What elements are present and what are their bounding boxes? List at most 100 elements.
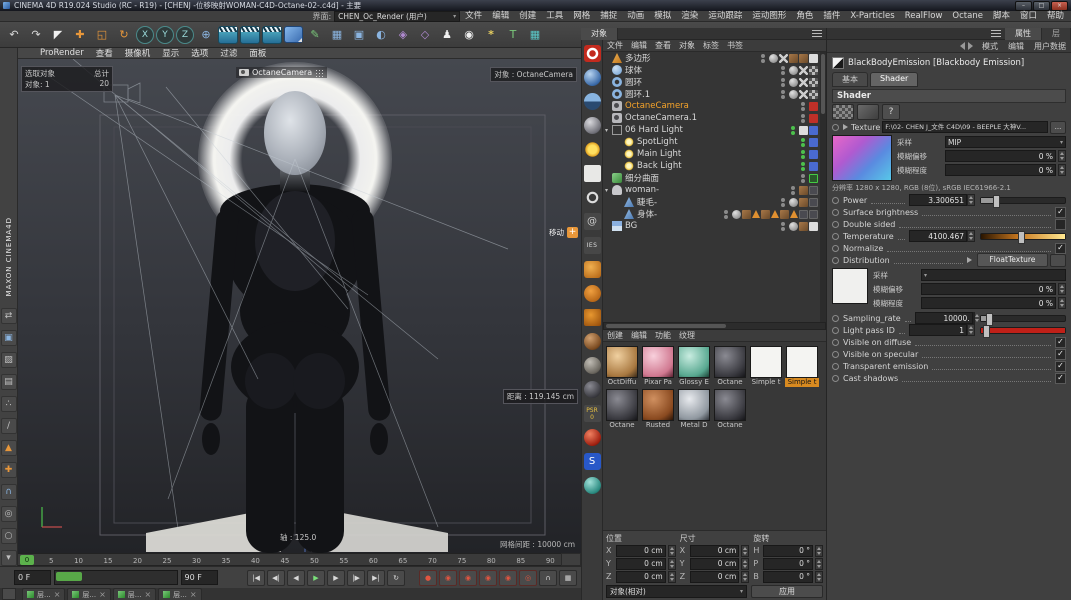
octane-texture-sphere-1[interactable] [583,333,601,350]
object-row[interactable]: 圆环 [603,76,820,88]
visibility-dots[interactable] [781,65,785,75]
viewport-menu-item[interactable]: 显示 [156,47,185,59]
menu-item[interactable]: 渲染 [676,11,703,22]
y-axis-lock[interactable]: Y [156,25,174,44]
octane-red-tag-icon[interactable] [809,113,818,123]
coord-field[interactable]: 0 ° [763,570,814,583]
tex-brown-tag-icon[interactable] [780,209,789,219]
white-tag-icon[interactable] [809,221,818,231]
warn-tag-icon[interactable] [752,210,760,218]
menu-item[interactable]: 编辑 [487,11,514,22]
checker-tag-icon[interactable] [809,65,818,75]
close-icon[interactable] [99,591,106,598]
dock-tab[interactable]: 层... [158,588,202,600]
range-handle[interactable] [56,572,83,581]
sampling-dropdown[interactable]: MIP [945,136,1066,148]
menu-item[interactable]: 帮助 [1042,11,1069,22]
stepper-icon[interactable] [967,324,975,336]
tag-strip[interactable] [788,89,818,99]
drag-handle-icon[interactable] [315,68,325,77]
blur-scale2-field[interactable]: 0 % [921,297,1056,309]
material-thumbnail[interactable] [678,389,710,421]
material-thumbnail[interactable] [750,346,782,378]
stepper-icon[interactable] [1058,150,1066,162]
tex-brown-tag-icon[interactable] [761,209,770,219]
material-menu-item[interactable]: 纹理 [675,330,699,341]
snap-icon[interactable]: ∩ [0,484,17,500]
keyframe-dot[interactable] [832,314,839,322]
dock-tab[interactable]: 层... [112,588,157,600]
array-icon[interactable]: ▣ [349,25,369,45]
visibility-dots[interactable] [781,197,785,207]
white-tag-icon[interactable] [809,53,818,63]
stepper-icon[interactable] [967,194,975,206]
interface-dropdown[interactable]: CHEN_Oc_Render (用户) [334,10,461,22]
material-item[interactable]: Simple t [749,346,783,387]
render-queue-icon[interactable] [262,25,282,44]
visibility-dots[interactable] [761,53,765,63]
material-item[interactable]: Rusted [641,389,675,430]
object-name[interactable]: 06 Hard Light [625,125,683,135]
menu-item[interactable]: 运动跟踪 [703,11,747,22]
tag-strip[interactable] [788,197,818,207]
object-name[interactable]: 球体 [625,64,642,76]
keyframe-dot[interactable] [832,326,839,334]
om-menu-item[interactable]: 标签 [699,40,723,51]
power-field[interactable]: 3.300651 [909,194,967,206]
panel-menu-icon[interactable] [812,29,822,38]
expand-icon[interactable]: ▾ [605,187,612,194]
viewport-menu-item[interactable]: 过滤 [214,47,243,59]
preview-range-slider[interactable] [54,570,178,585]
octane-ies-light-button[interactable]: IES [583,237,601,254]
octane-texture-sphere-2[interactable] [583,357,601,374]
render-settings-icon[interactable] [240,25,260,44]
stepper-icon[interactable] [741,544,750,557]
white-tag-icon[interactable] [799,125,808,135]
material-thumbnail[interactable] [642,346,674,378]
timeline-playhead[interactable]: 0 [20,555,34,565]
object-row[interactable]: 圆环.1 [603,88,820,100]
timeline-mode-icon[interactable] [2,588,16,600]
keyframe-dot[interactable] [832,374,839,382]
keyframe-dot[interactable] [832,256,839,264]
redo-icon[interactable]: ↷ [26,25,46,45]
menu-item[interactable]: 创建 [514,11,541,22]
octane-liveviewer-button[interactable] [583,45,601,62]
keyframe-dot[interactable] [832,350,839,358]
viewport-3d-canvas[interactable]: 选取对象 总计 对象: 1 20 OctaneCamera 对象 : OctaneC… [18,58,581,553]
prev-key-button[interactable]: ◀| [267,569,285,586]
help-button[interactable]: ? [882,104,900,120]
position-header[interactable]: 位置 [606,533,676,544]
keyframe-dot[interactable] [832,208,839,216]
phong-tag-icon[interactable] [732,209,741,219]
octane-fog-volume-button[interactable] [583,285,601,302]
apply-button[interactable]: 应用 [751,585,823,598]
menu-item[interactable]: 窗口 [1015,11,1042,22]
tex-brown-tag-icon[interactable] [742,209,751,219]
panel-menu-icon[interactable] [991,29,1001,38]
goto-end-button[interactable]: ▶| [367,569,385,586]
light-tool-icon[interactable]: * [481,25,501,45]
material-item[interactable]: Simple t [785,346,819,387]
window-titlebar[interactable]: CINEMA 4D R19.024 Studio (RC - R19) - [C… [0,0,1071,11]
menu-item[interactable]: Octane [947,11,988,22]
keyframe-dot[interactable] [832,244,839,252]
axis-mode-icon[interactable]: ✚ [0,462,17,478]
blur-offset-field[interactable]: 0 % [945,150,1056,162]
octane-vdb-button[interactable] [583,309,601,326]
blue-tag-icon[interactable] [809,125,818,135]
keyframe-dot[interactable] [832,338,839,346]
object-row[interactable]: 睫毛- [603,196,820,208]
tex-brown-tag-icon[interactable] [799,197,808,207]
phong-tag-icon[interactable] [789,221,798,231]
material-item[interactable]: Octane [713,389,747,430]
power-slider[interactable] [980,194,1066,208]
object-name[interactable]: 圆环.1 [625,88,650,100]
visibility-dots[interactable] [801,173,805,183]
octane-spiral-button[interactable]: @ [583,213,601,230]
scale-header[interactable]: 尺寸 [680,533,750,544]
octane-hdri-environment-button[interactable] [583,93,601,110]
instance-icon[interactable]: ◈ [393,25,413,45]
timeline-ruler[interactable]: 0 051015202530354045505560657075808590 [18,553,561,566]
octane-material-button[interactable] [583,117,601,134]
